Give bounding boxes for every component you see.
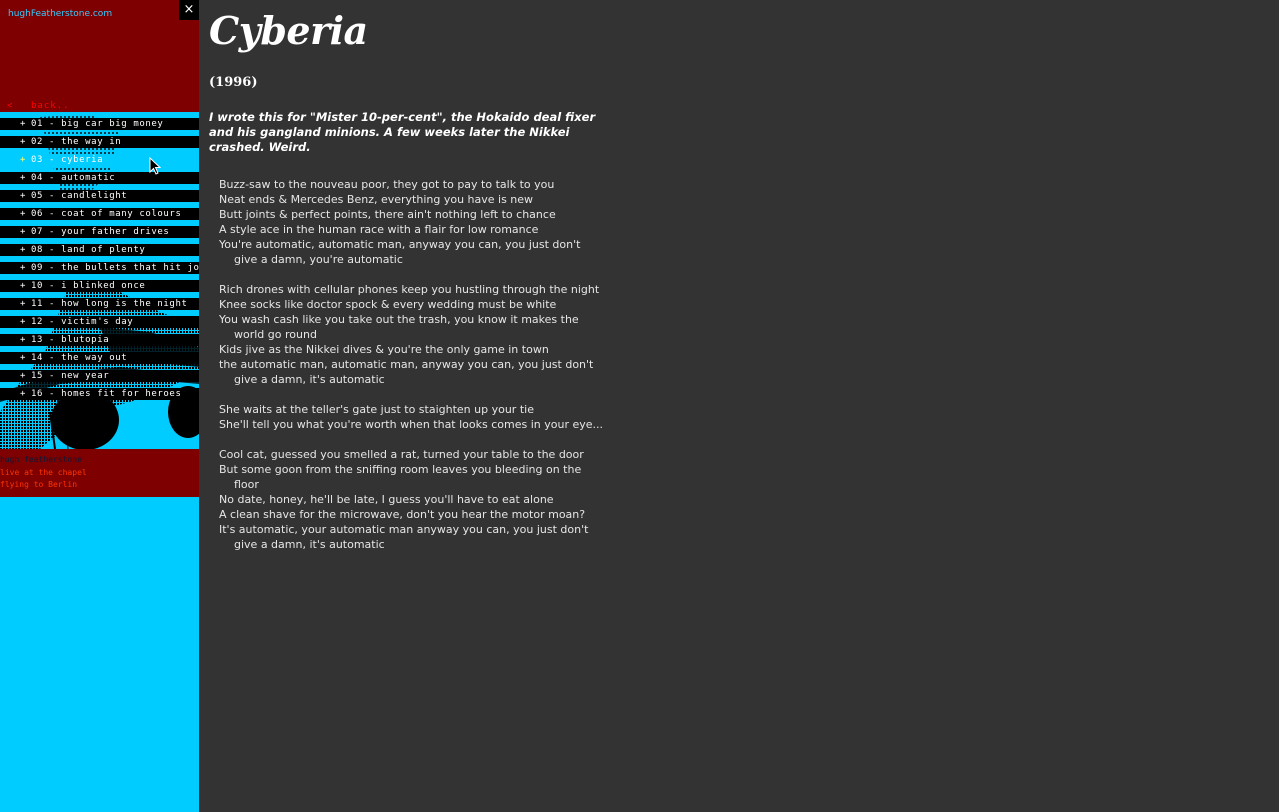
- track-item[interactable]: +06 - coat of many colours: [0, 208, 199, 220]
- song-year: (1996): [209, 75, 258, 90]
- track-label: 01 - big car big money: [31, 119, 164, 129]
- main-content: Cyberia (1996) I wrote this for "Mister …: [199, 0, 1279, 812]
- lyric-line: floor: [234, 478, 259, 491]
- track-label: 08 - land of plenty: [31, 245, 146, 255]
- live-at-the-chapel-link[interactable]: live at the chapel: [0, 468, 87, 478]
- track-label: 06 - coat of many colours: [31, 209, 182, 219]
- track-item-active[interactable]: +03 - cyberia: [0, 154, 199, 166]
- lyric-line: A style ace in the human race with a fla…: [219, 223, 539, 236]
- lyric-line: It's automatic, your automatic man anywa…: [219, 523, 589, 536]
- back-nav[interactable]: < back..: [0, 100, 199, 112]
- track-label: 07 - your father drives: [31, 227, 170, 237]
- track-item[interactable]: +10 - i blinked once: [0, 280, 199, 292]
- lyric-line: A clean shave for the microwave, don't y…: [219, 508, 586, 521]
- track-item[interactable]: +09 - the bullets that hit john: [0, 262, 199, 274]
- sidebar: hughFeatherstone.com × < back.. +01 - bi…: [0, 0, 199, 812]
- song-intro: I wrote this for "Mister 10-per-cent", t…: [209, 110, 596, 154]
- expand-plus-icon: +: [20, 335, 26, 345]
- lyric-line: give a damn, it's automatic: [234, 373, 385, 386]
- track-label: 10 - i blinked once: [31, 281, 146, 291]
- track-label: 04 - automatic: [31, 173, 116, 183]
- expand-plus-icon: +: [20, 317, 26, 327]
- lyric-line: give a damn, it's automatic: [234, 538, 385, 551]
- track-item[interactable]: +01 - big car big money: [0, 118, 199, 130]
- lyric-line: No date, honey, he'll be late, I guess y…: [219, 493, 554, 506]
- track-item[interactable]: +08 - land of plenty: [0, 244, 199, 256]
- expand-plus-icon: +: [20, 281, 26, 291]
- lyric-line: Butt joints & perfect points, there ain'…: [219, 208, 556, 221]
- track-label: 15 - new year: [31, 371, 110, 381]
- lyric-line: give a damn, you're automatic: [234, 253, 403, 266]
- expand-plus-icon: +: [20, 191, 26, 201]
- track-label: 02 - the way in: [31, 137, 122, 147]
- expand-plus-icon: +: [20, 371, 26, 381]
- expand-plus-icon: +: [20, 119, 26, 129]
- site-home-link[interactable]: hughFeatherstone.com: [8, 9, 112, 19]
- back-arrow-icon: <: [7, 101, 13, 111]
- track-item[interactable]: +14 - the way out: [0, 352, 199, 364]
- expand-plus-icon: +: [20, 173, 26, 183]
- lyric-line: Cool cat, guessed you smelled a rat, tur…: [219, 448, 584, 461]
- lyric-line: Neat ends & Mercedes Benz, everything yo…: [219, 193, 534, 206]
- lyric-line: You're automatic, automatic man, anyway …: [219, 238, 581, 251]
- lyric-line: You wash cash like you take out the tras…: [219, 313, 579, 326]
- signature-logo: hugh featherstone: [0, 455, 82, 464]
- lyric-stanza: Cool cat, guessed you smelled a rat, tur…: [219, 447, 639, 552]
- lyric-line: But some goon from the sniffing room lea…: [219, 463, 582, 476]
- flying-to-berlin-link[interactable]: flying to Berlin: [0, 480, 77, 490]
- lyric-line: She waits at the teller's gate just to s…: [219, 403, 534, 416]
- expand-plus-icon: +: [20, 227, 26, 237]
- expand-plus-icon: +: [20, 263, 26, 273]
- lyric-line: the automatic man, automatic man, anyway…: [219, 358, 594, 371]
- track-item[interactable]: +04 - automatic: [0, 172, 199, 184]
- expand-plus-icon: +: [20, 299, 26, 309]
- expand-plus-icon: +: [20, 155, 26, 165]
- track-item[interactable]: +05 - candlelight: [0, 190, 199, 202]
- song-title: Cyberia: [209, 8, 368, 53]
- sidebar-footer: hugh featherstone live at the chapel fly…: [0, 449, 199, 497]
- lyric-line: world go round: [234, 328, 317, 341]
- sidebar-header: hughFeatherstone.com ×: [0, 0, 199, 100]
- close-icon[interactable]: ×: [179, 0, 199, 20]
- expand-plus-icon: +: [20, 245, 26, 255]
- track-item[interactable]: +16 - homes fit for heroes: [0, 388, 199, 400]
- track-label: 03 - cyberia: [31, 155, 104, 165]
- track-label: 16 - homes fit for heroes: [31, 389, 182, 399]
- track-label: 13 - blutopia: [31, 335, 110, 345]
- track-label: 09 - the bullets that hit john: [31, 263, 199, 273]
- lyric-line: Knee socks like doctor spock & every wed…: [219, 298, 557, 311]
- track-item[interactable]: +11 - how long is the night: [0, 298, 199, 310]
- expand-plus-icon: +: [20, 353, 26, 363]
- track-label: 11 - how long is the night: [31, 299, 188, 309]
- lyric-line: She'll tell you what you're worth when t…: [219, 418, 604, 431]
- expand-plus-icon: +: [20, 209, 26, 219]
- lyric-line: Buzz-saw to the nouveau poor, they got t…: [219, 178, 555, 191]
- lyric-stanza: Rich drones with cellular phones keep yo…: [219, 282, 639, 387]
- lyrics: Buzz-saw to the nouveau poor, they got t…: [219, 177, 639, 567]
- track-label: 12 - victim's day: [31, 317, 134, 327]
- track-label: 14 - the way out: [31, 353, 128, 363]
- track-item[interactable]: +12 - victim's day: [0, 316, 199, 328]
- track-item[interactable]: +02 - the way in: [0, 136, 199, 148]
- mouse-pointer-icon: [149, 157, 161, 175]
- lyric-line: Rich drones with cellular phones keep yo…: [219, 283, 600, 296]
- expand-plus-icon: +: [20, 389, 26, 399]
- lyric-stanza: She waits at the teller's gate just to s…: [219, 402, 639, 432]
- back-link[interactable]: back..: [31, 100, 70, 112]
- expand-plus-icon: +: [20, 137, 26, 147]
- track-item[interactable]: +13 - blutopia: [0, 334, 199, 346]
- lyric-stanza: Buzz-saw to the nouveau poor, they got t…: [219, 177, 639, 267]
- track-label: 05 - candlelight: [31, 191, 128, 201]
- lyric-line: Kids jive as the Nikkei dives & you're t…: [219, 343, 549, 356]
- track-item[interactable]: +15 - new year: [0, 370, 199, 382]
- track-item[interactable]: +07 - your father drives: [0, 226, 199, 238]
